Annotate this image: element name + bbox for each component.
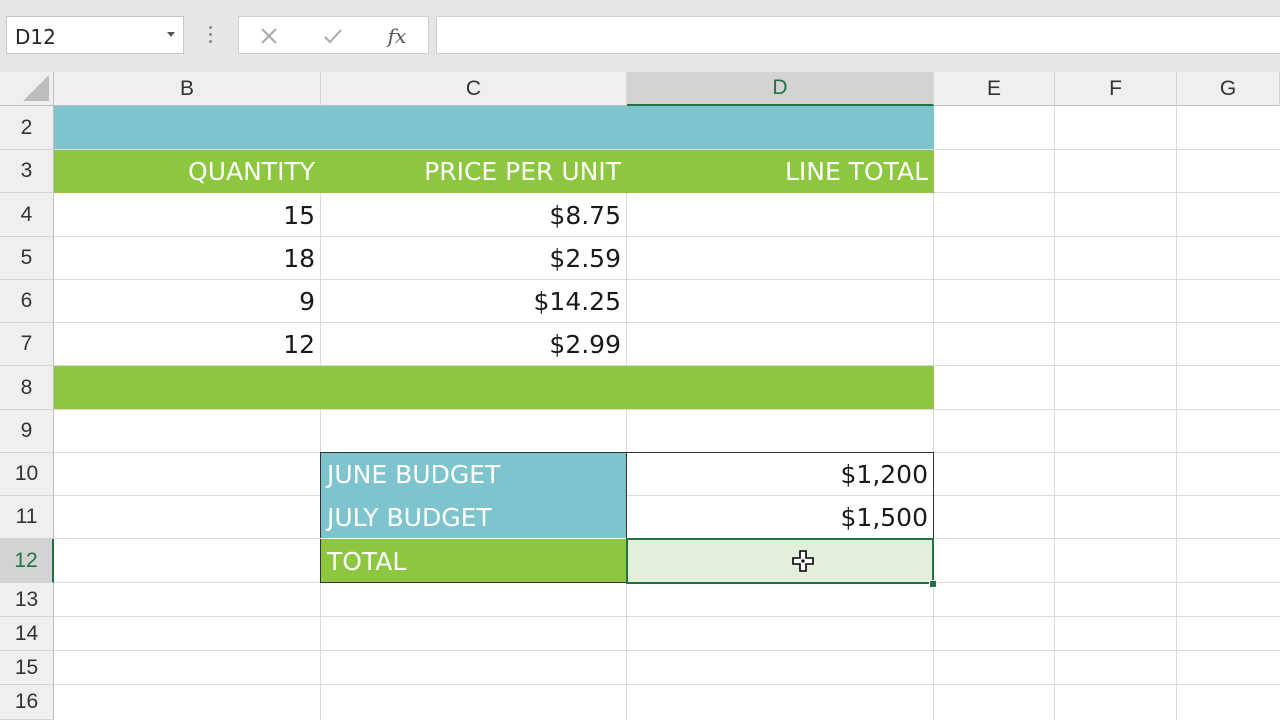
cell-c3[interactable]: PRICE PER UNIT bbox=[321, 150, 627, 193]
gridline bbox=[1054, 106, 1055, 720]
row-header-2[interactable]: 2 bbox=[0, 106, 54, 150]
formula-bar: D12 fx bbox=[0, 0, 1280, 72]
formula-buttons: fx bbox=[238, 16, 429, 54]
row-header-12[interactable]: 12 bbox=[0, 539, 54, 583]
row-header-16[interactable]: 16 bbox=[0, 685, 54, 720]
row-header-14[interactable]: 14 bbox=[0, 617, 54, 651]
cell-d7[interactable] bbox=[627, 323, 934, 366]
cell-select-cursor-icon bbox=[792, 550, 814, 572]
column-header-b[interactable]: B bbox=[54, 72, 321, 106]
cell-b7[interactable]: 12 bbox=[54, 323, 321, 366]
name-box-value: D12 bbox=[15, 25, 56, 49]
title-band bbox=[54, 106, 934, 149]
budget-row-divider bbox=[320, 538, 627, 539]
chevron-down-icon[interactable] bbox=[167, 32, 175, 37]
cancel-button[interactable] bbox=[255, 23, 283, 49]
row-header-5[interactable]: 5 bbox=[0, 237, 54, 280]
row-header-8[interactable]: 8 bbox=[0, 366, 54, 410]
cell-c5[interactable]: $2.59 bbox=[321, 237, 627, 280]
more-options-icon[interactable] bbox=[208, 24, 212, 46]
row-header-10[interactable]: 10 bbox=[0, 453, 54, 496]
row-header-9[interactable]: 9 bbox=[0, 410, 54, 453]
cell-b6[interactable]: 9 bbox=[54, 280, 321, 323]
cell-c7[interactable]: $2.99 bbox=[321, 323, 627, 366]
gridline bbox=[54, 650, 1280, 651]
cell-d12-value bbox=[628, 540, 932, 582]
fx-icon: fx bbox=[387, 24, 407, 48]
name-box[interactable]: D12 bbox=[6, 16, 184, 54]
row-header-3[interactable]: 3 bbox=[0, 150, 54, 193]
fill-handle[interactable] bbox=[929, 580, 937, 588]
gridline bbox=[1176, 106, 1177, 720]
cell-d3[interactable]: LINE TOTAL bbox=[627, 150, 934, 193]
formula-input[interactable] bbox=[436, 16, 1280, 54]
column-header-g[interactable]: G bbox=[1177, 72, 1280, 106]
gridline bbox=[54, 616, 1280, 617]
column-header-f[interactable]: F bbox=[1055, 72, 1177, 106]
gridline bbox=[54, 684, 1280, 685]
insert-function-button[interactable]: fx bbox=[383, 23, 411, 49]
row-header-11[interactable]: 11 bbox=[0, 496, 54, 539]
select-all-corner[interactable] bbox=[0, 72, 54, 106]
enter-button[interactable] bbox=[319, 23, 347, 49]
x-icon bbox=[261, 28, 277, 44]
row-header-15[interactable]: 15 bbox=[0, 651, 54, 685]
row-header-13[interactable]: 13 bbox=[0, 583, 54, 617]
cell-b5[interactable]: 18 bbox=[54, 237, 321, 280]
row-header-4[interactable]: 4 bbox=[0, 193, 54, 237]
column-header-d[interactable]: D bbox=[627, 72, 934, 106]
select-all-icon bbox=[23, 75, 49, 101]
column-header-c[interactable]: C bbox=[321, 72, 627, 106]
gridline bbox=[54, 409, 1280, 410]
column-header-e[interactable]: E bbox=[934, 72, 1055, 106]
cell-d5[interactable] bbox=[627, 237, 934, 280]
cell-d6[interactable] bbox=[627, 280, 934, 323]
footer-band bbox=[54, 366, 934, 409]
cell-b3[interactable]: QUANTITY bbox=[54, 150, 321, 193]
row-header-6[interactable]: 6 bbox=[0, 280, 54, 323]
cell-b4[interactable]: 15 bbox=[54, 193, 321, 237]
cell-c6[interactable]: $14.25 bbox=[321, 280, 627, 323]
row-header-7[interactable]: 7 bbox=[0, 323, 54, 366]
cell-c4[interactable]: $8.75 bbox=[321, 193, 627, 237]
check-icon bbox=[324, 29, 342, 44]
spreadsheet-grid: B C D E F G 2 3 4 5 6 7 8 9 10 11 12 13 … bbox=[0, 72, 1280, 720]
cell-d4[interactable] bbox=[627, 193, 934, 237]
selected-cell-d12[interactable] bbox=[626, 538, 934, 584]
